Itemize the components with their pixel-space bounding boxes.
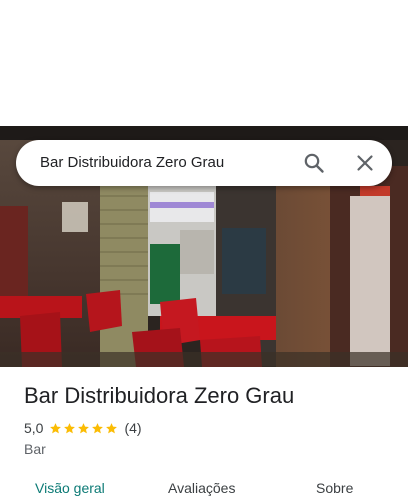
star-icon — [49, 422, 62, 435]
star-icon — [63, 422, 76, 435]
star-icon — [77, 422, 90, 435]
tab-about[interactable]: Sobre — [316, 478, 353, 498]
review-count[interactable]: (4) — [124, 420, 141, 436]
place-title: Bar Distribuidora Zero Grau — [24, 383, 295, 408]
top-blank-area — [0, 0, 408, 126]
search-input[interactable]: Bar Distribuidora Zero Grau — [40, 140, 224, 186]
rating-value: 5,0 — [24, 420, 44, 436]
tab-bar: Visão geral Avaliações Sobre — [0, 478, 408, 496]
tab-reviews[interactable]: Avaliações — [168, 478, 235, 498]
close-icon[interactable] — [353, 151, 377, 175]
star-icon — [91, 422, 104, 435]
search-icon[interactable] — [302, 151, 326, 175]
search-bar[interactable]: Bar Distribuidora Zero Grau — [16, 140, 392, 186]
star-rating — [49, 422, 119, 435]
rating-row: 5,0 (4) — [24, 419, 142, 437]
star-icon — [105, 422, 118, 435]
tab-overview[interactable]: Visão geral — [35, 478, 105, 498]
place-category: Bar — [24, 441, 46, 457]
